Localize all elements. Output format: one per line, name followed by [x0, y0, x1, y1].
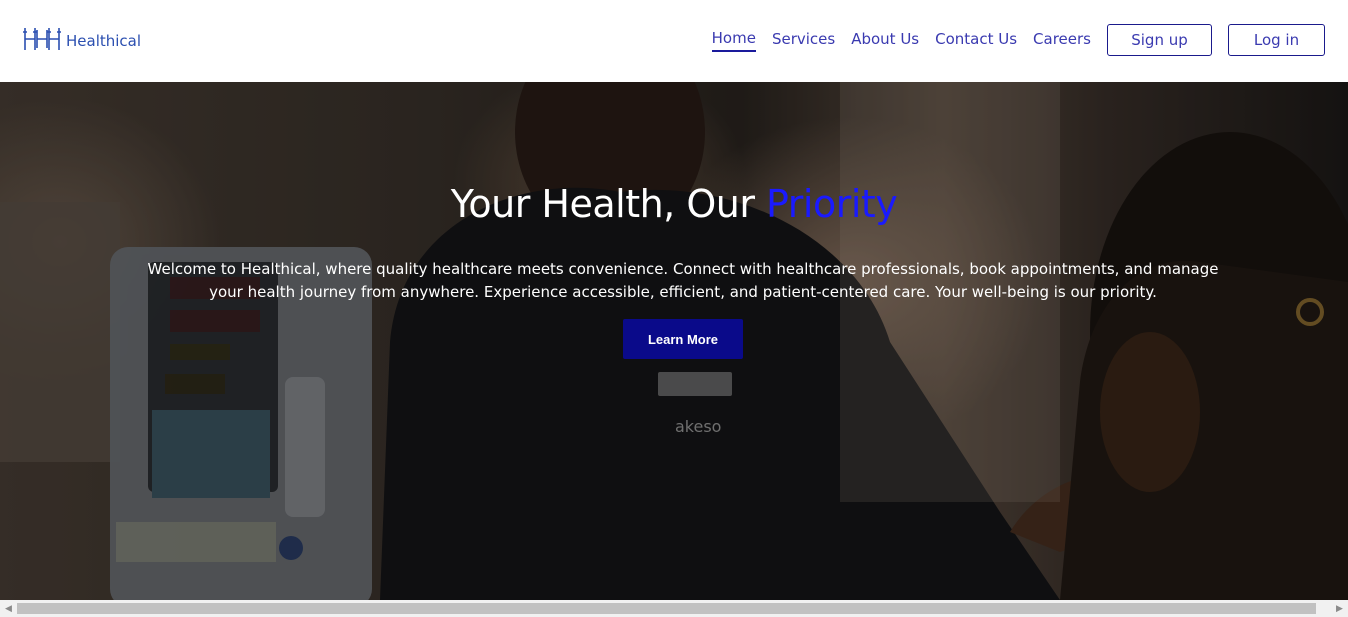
nav-link-services[interactable]: Services — [772, 29, 835, 51]
sign-up-button[interactable]: Sign up — [1107, 24, 1212, 56]
learn-more-button[interactable]: Learn More — [623, 319, 743, 359]
main-nav: Home Services About Us Contact Us Career… — [711, 24, 1325, 56]
hero-title: Your Health, Our Priority — [0, 182, 1348, 226]
horizontal-scrollbar[interactable]: ◀ ▶ — [0, 600, 1348, 617]
top-navigation-bar: Healthical Home Services About Us Contac… — [0, 0, 1348, 82]
hero-title-main: Your Health, Our — [450, 182, 767, 226]
nav-link-about-us[interactable]: About Us — [851, 29, 919, 51]
nav-link-careers[interactable]: Careers — [1033, 29, 1091, 51]
scroll-left-arrow-icon[interactable]: ◀ — [0, 600, 17, 617]
scroll-right-arrow-icon[interactable]: ▶ — [1331, 600, 1348, 617]
log-in-button[interactable]: Log in — [1228, 24, 1325, 56]
hero-description: Welcome to Healthical, where quality hea… — [147, 260, 1219, 301]
brand-logo-link[interactable]: Healthical — [23, 26, 141, 52]
nav-link-home[interactable]: Home — [711, 28, 756, 52]
hero-title-accent: Priority — [766, 182, 898, 226]
hero-section: akeso Your Health, Our Priority Welcome … — [0, 82, 1348, 600]
brand-name: Healthical — [66, 32, 142, 50]
scrollbar-thumb[interactable] — [17, 603, 1316, 614]
nav-link-contact-us[interactable]: Contact Us — [935, 29, 1017, 51]
hhh-logo-icon — [23, 28, 61, 50]
